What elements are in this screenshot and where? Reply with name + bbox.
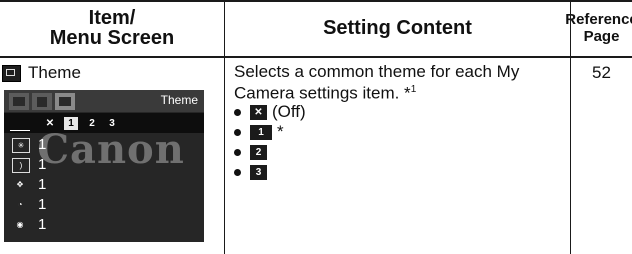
header-bottom-rule: [0, 56, 632, 58]
operation-sound-icon: ✥: [16, 180, 24, 189]
theme-3-icon: 3: [250, 164, 267, 180]
setup-tab-icon: [32, 93, 52, 110]
header-item-line1: Item/: [88, 7, 136, 29]
header-reference-page: Reference Page: [565, 0, 632, 56]
start-image-value: 1: [38, 136, 47, 153]
start-image-icon: ✳: [12, 138, 30, 153]
menu-tab-bar: Theme: [4, 90, 204, 112]
header-item-line2: Menu Screen: [49, 27, 175, 49]
bullet-off: ✕ (Off): [234, 102, 306, 121]
table-top-rule: [0, 0, 632, 2]
header-ref-line1: Reference: [565, 11, 632, 28]
bullet-dot: [234, 148, 241, 156]
selftimer-sound-icon: ◔: [17, 200, 23, 209]
item-theme-label: Theme: [28, 63, 81, 82]
theme-option-2: 2: [89, 118, 95, 129]
shutter-sound-value: 1: [38, 216, 47, 233]
camera-menu-screen: Canon Theme ✕ 1 2 3 ✳ 1 ) 1 ✥ 1 ◔ 1 ◉ 1: [4, 90, 204, 242]
bullet-theme-1: 1 *: [234, 122, 284, 141]
theme-option-3: 3: [109, 118, 115, 129]
startup-sound-value: 1: [38, 156, 47, 173]
theme-icon: [2, 64, 21, 82]
setting-description: Selects a common theme for each My Camer…: [234, 63, 564, 103]
bullet-theme-1-text: *: [277, 122, 284, 141]
theme-2-icon: 2: [250, 144, 267, 160]
theme-row-icon: [10, 117, 30, 131]
bullet-theme-3: 3: [234, 163, 272, 181]
bullet-dot: [234, 108, 241, 116]
column-divider-1: [224, 0, 225, 254]
column-divider-2: [570, 0, 571, 254]
theme-option-1: 1: [64, 117, 78, 130]
setting-description-text: Selects a common theme for each My Camer…: [234, 62, 520, 103]
theme-off-icon: ✕: [250, 104, 267, 120]
screen-title: Theme: [160, 93, 198, 107]
header-setting-content: Setting Content: [323, 16, 472, 39]
camera-tab-icon: [9, 93, 29, 110]
item-theme: Theme: [2, 63, 81, 83]
header-ref-line2: Page: [583, 28, 620, 45]
selftimer-sound-value: 1: [38, 196, 47, 213]
operation-sound-value: 1: [38, 176, 47, 193]
theme-option-off: ✕: [45, 118, 55, 129]
header-item-menu-screen: Item/ Menu Screen: [0, 0, 224, 56]
footnote-marker: 1: [410, 84, 417, 95]
mycamera-tab-icon: [55, 93, 75, 110]
bullet-dot: [234, 128, 241, 136]
startup-sound-icon: ): [12, 158, 30, 173]
bullet-theme-2: 2: [234, 143, 272, 161]
bullet-off-text: (Off): [272, 102, 306, 121]
bullet-dot: [234, 168, 241, 176]
theme-1-icon: 1: [250, 124, 272, 140]
shutter-sound-icon: ◉: [16, 220, 24, 229]
reference-page-value: 52: [592, 63, 611, 82]
